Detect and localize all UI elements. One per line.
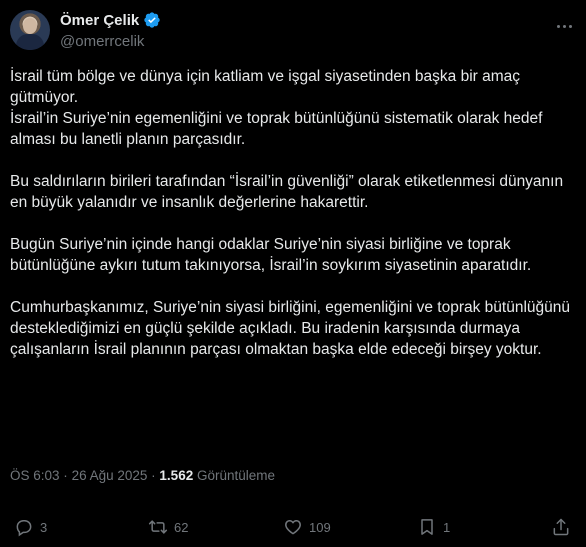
post-paragraph-2: Bu saldırıların birileri tarafından “İsr… [10, 173, 564, 211]
post-header: Ömer Çelik @omerrcelik [10, 8, 576, 56]
bookmark-count: 1 [443, 519, 451, 535]
post-paragraph-3: Bugün Suriye’nin içinde hangi odaklar Su… [10, 236, 532, 274]
like-count: 109 [309, 519, 331, 535]
like-button[interactable]: 109 [283, 517, 331, 537]
repost-icon [148, 520, 168, 534]
bookmark-icon [421, 519, 433, 535]
repost-button[interactable]: 62 [148, 517, 188, 537]
reply-icon [16, 520, 32, 537]
verified-badge-icon [144, 12, 160, 28]
meta-separator: · [63, 468, 68, 483]
repost-count: 62 [174, 519, 189, 535]
post-meta: ÖS 6:03 · 26 Ağu 2025 · 1.562 Görüntülem… [10, 468, 275, 483]
post-time[interactable]: ÖS 6:03 [10, 468, 60, 483]
post-paragraph-4: Cumhurbaşkanımız, Suriye’nin siyasi birl… [10, 299, 571, 358]
action-bar: 3 62 109 1 [0, 511, 586, 545]
avatar[interactable] [10, 10, 50, 50]
author-name-row: Ömer Çelik [60, 11, 161, 29]
author-handle[interactable]: @omerrcelik [60, 33, 144, 50]
views-label: Görüntüleme [196, 468, 276, 483]
like-icon [285, 520, 301, 535]
post-paragraph-1: İsrail tüm bölge ve dünya için katliam v… [10, 68, 543, 148]
more-options-icon[interactable] [552, 14, 576, 38]
bookmark-button[interactable]: 1 [417, 517, 450, 537]
reply-count: 3 [40, 519, 48, 535]
avatar-suit [16, 34, 44, 50]
post-date[interactable]: 26 Ağu 2025 [72, 468, 148, 483]
reply-button[interactable]: 3 [14, 517, 47, 537]
post-text: İsrail tüm bölge ve dünya için katliam v… [10, 66, 576, 360]
share-icon [553, 518, 569, 536]
share-button[interactable] [551, 517, 571, 537]
meta-separator: · [151, 468, 156, 483]
author-name[interactable]: Ömer Çelik [60, 12, 139, 29]
avatar-face [23, 18, 37, 34]
views-count: 1.562 [159, 468, 194, 483]
